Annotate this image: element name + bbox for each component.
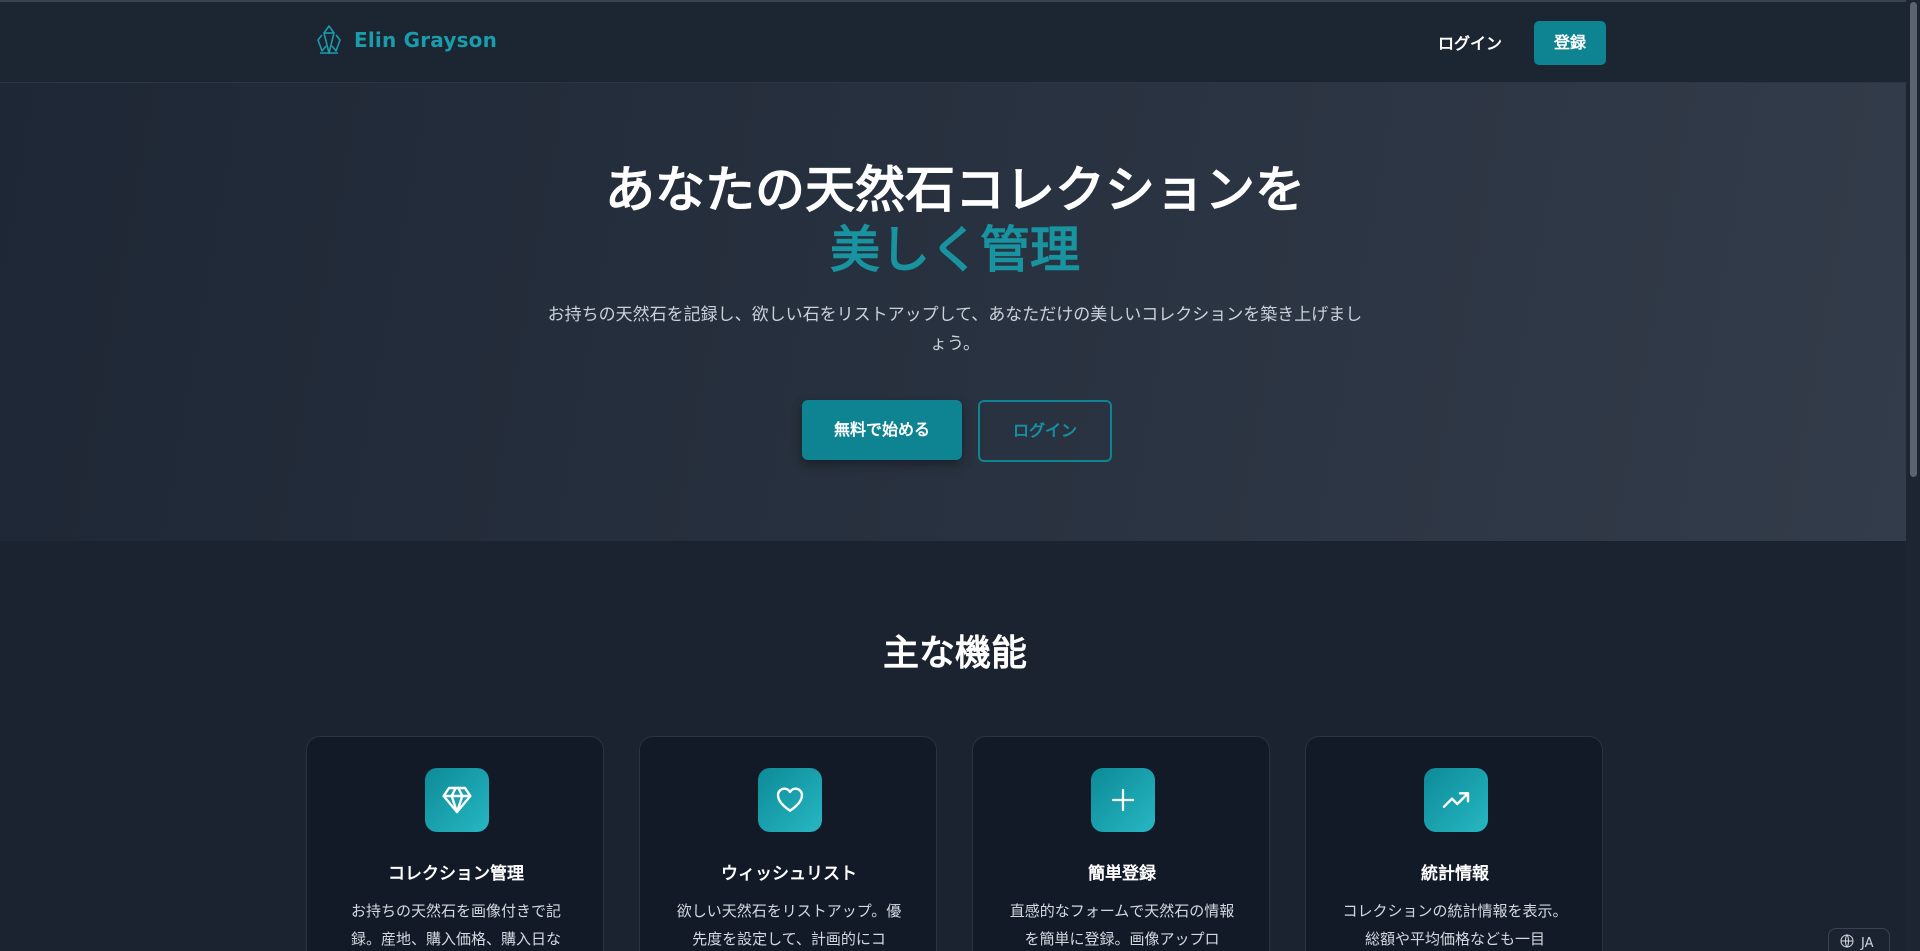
scrollbar-thumb[interactable] [1910,2,1917,477]
hero-title-accent: 美しく管理 [830,221,1080,279]
features-title: 主な機能 [882,633,1027,674]
features-section: 主な機能 コレクション管理 お持ちの天然石を画像付きで記録。産地、購入価格、購入… [0,541,1920,951]
hero-subtitle: お持ちの天然石を記録し、欲しい石をリストアップして、あなただけの美しいコレクショ… [547,305,1363,354]
start-free-button[interactable]: 無料で始める [802,400,962,460]
feature-card-title: ウィッシュリスト [721,864,857,884]
brand-logo[interactable]: Elin Grayson [314,24,497,56]
feature-card-title: 簡単登録 [1088,864,1156,884]
crystal-logo-icon [314,24,344,56]
hero-title-line1: あなたの天然石コレクションを [605,161,1305,219]
feature-card-desc: コレクションの統計情報を表示。総額や平均価格なども一目 [1342,902,1568,948]
landing-page: Elin Grayson ログイン 登録 あなたの天然石コレクションを 美しく管… [0,0,1920,951]
feature-card-collection: コレクション管理 お持ちの天然石を画像付きで記録。産地、購入価格、購入日な [306,736,604,951]
feature-card-title: コレクション管理 [388,864,524,884]
trending-up-icon [1424,768,1488,832]
feature-card-title: 統計情報 [1421,864,1489,884]
language-switcher[interactable]: JA [1828,928,1890,951]
feature-card-desc: お持ちの天然石を画像付きで記録。産地、購入価格、購入日な [350,902,561,948]
hero-section: あなたの天然石コレクションを 美しく管理 お持ちの天然石を記録し、欲しい石をリス… [0,83,1920,541]
hero-title: あなたの天然石コレクションを 美しく管理 [0,160,1910,280]
feature-card-wishlist: ウィッシュリスト 欲しい天然石をリストアップ。優先度を設定して、計画的にコ [639,736,937,951]
header-login-link[interactable]: ログイン [1422,24,1518,64]
brand-name: Elin Grayson [354,28,498,52]
hero-login-button[interactable]: ログイン [978,400,1112,462]
feature-card-statistics: 統計情報 コレクションの統計情報を表示。総額や平均価格なども一目 [1305,736,1603,951]
feature-card-desc: 直感的なフォームで天然石の情報を簡単に登録。画像アップロ [1009,902,1235,948]
plus-icon [1091,768,1155,832]
globe-icon [1839,933,1855,951]
site-header: Elin Grayson ログイン 登録 [0,2,1920,83]
heart-icon [758,768,822,832]
language-code: JA [1861,935,1874,951]
gem-icon [425,768,489,832]
page-scrollbar[interactable] [1906,0,1920,951]
feature-card-easy-register: 簡単登録 直感的なフォームで天然石の情報を簡単に登録。画像アップロ [972,736,1270,951]
feature-card-desc: 欲しい天然石をリストアップ。優先度を設定して、計画的にコ [676,902,902,948]
header-register-button[interactable]: 登録 [1534,21,1606,65]
